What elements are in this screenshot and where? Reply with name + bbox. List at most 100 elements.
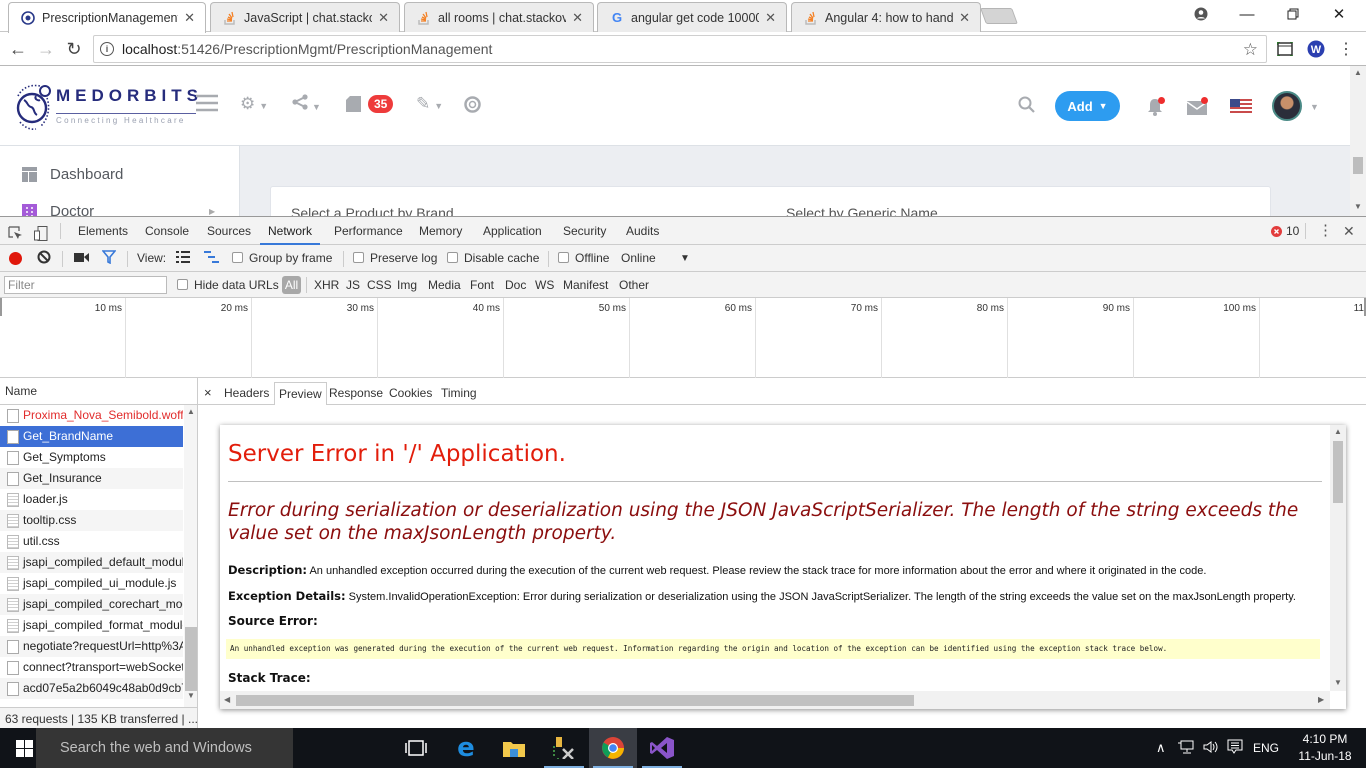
- detail-tab-timing[interactable]: Timing: [437, 382, 481, 405]
- console-error-counter[interactable]: 10: [1271, 217, 1299, 245]
- close-tab-icon[interactable]: ✕: [378, 10, 389, 26]
- document-icon[interactable]: [346, 96, 361, 117]
- network-throttle-select[interactable]: Online ▼: [621, 245, 693, 272]
- hamburger-menu-icon[interactable]: [196, 94, 218, 117]
- waterfall-overview-icon[interactable]: [204, 245, 219, 272]
- request-row[interactable]: jsapi_compiled_format_module.js: [0, 615, 183, 636]
- close-tab-icon[interactable]: ✕: [765, 10, 776, 26]
- filter-type-media[interactable]: Media: [428, 272, 461, 298]
- filter-type-doc[interactable]: Doc: [505, 272, 526, 298]
- scroll-up-icon[interactable]: ▲: [187, 407, 195, 416]
- preserve-log-checkbox[interactable]: Preserve log: [353, 245, 437, 272]
- preview-horizontal-scrollbar[interactable]: ◀ ▶: [220, 691, 1330, 709]
- request-row[interactable]: util.css: [0, 531, 183, 552]
- request-list-scrollbar[interactable]: ▲ ▼: [184, 405, 197, 707]
- detail-tab-cookies[interactable]: Cookies: [385, 382, 436, 405]
- filter-type-all[interactable]: All: [282, 276, 301, 294]
- devtools-tab-console[interactable]: Console: [145, 217, 189, 245]
- task-view-icon[interactable]: [392, 728, 440, 768]
- edit-dropdown[interactable]: ✎ ▼: [416, 94, 443, 114]
- network-timeline-overview[interactable]: 10 ms 20 ms 30 ms 40 ms 50 ms 60 ms 70 m…: [0, 298, 1366, 378]
- scroll-down-icon[interactable]: ▼: [1334, 678, 1342, 687]
- devtools-tab-sources[interactable]: Sources: [207, 217, 251, 245]
- add-dropdown-button[interactable]: Add ▼: [1055, 91, 1120, 121]
- chrome-browser-icon[interactable]: [589, 728, 637, 768]
- request-row[interactable]: negotiate?requestUrl=http%3A: [0, 636, 183, 657]
- close-devtools-icon[interactable]: ✕: [1343, 217, 1355, 245]
- offline-checkbox[interactable]: Offline: [558, 245, 609, 272]
- scrollbar-thumb[interactable]: [1333, 441, 1343, 503]
- disable-cache-checkbox[interactable]: Disable cache: [447, 245, 539, 272]
- capture-screenshots-icon[interactable]: [74, 245, 89, 272]
- help-lifebuoy-icon[interactable]: [464, 96, 481, 118]
- devtools-tab-network[interactable]: Network: [260, 217, 321, 245]
- visual-studio-icon[interactable]: [638, 728, 686, 768]
- detail-tab-response[interactable]: Response: [325, 382, 387, 405]
- filter-type-other[interactable]: Other: [619, 272, 649, 298]
- inspect-element-icon[interactable]: [8, 223, 23, 239]
- reload-button[interactable]: ↻: [62, 37, 86, 61]
- forward-button[interactable]: →: [34, 37, 58, 61]
- timeline-left-handle[interactable]: [0, 298, 2, 316]
- devtools-menu-icon[interactable]: ⋮: [1318, 217, 1333, 245]
- clear-log-icon[interactable]: [37, 245, 51, 272]
- devtools-tab-security[interactable]: Security: [563, 217, 606, 245]
- address-bar[interactable]: i localhost:51426/PrescriptionMgmt/Presc…: [93, 35, 1267, 63]
- filter-type-ws[interactable]: WS: [535, 272, 554, 298]
- request-row[interactable]: acd07e5a2b6049c48ab0d9cb7: [0, 678, 183, 699]
- user-avatar[interactable]: [1272, 91, 1302, 121]
- tools-app-icon[interactable]: [540, 728, 588, 768]
- devtools-tab-memory[interactable]: Memory: [419, 217, 462, 245]
- scroll-up-icon[interactable]: ▲: [1354, 68, 1362, 77]
- back-button[interactable]: ←: [6, 37, 30, 61]
- detail-tab-preview[interactable]: Preview: [274, 382, 327, 405]
- filter-type-font[interactable]: Font: [470, 272, 494, 298]
- sidebar-item-dashboard[interactable]: Dashboard: [22, 166, 123, 183]
- scrollbar-thumb[interactable]: [236, 695, 914, 706]
- close-tab-icon[interactable]: ✕: [184, 10, 195, 26]
- user-menu-chevron-down-icon[interactable]: ▼: [1310, 102, 1319, 112]
- request-row[interactable]: Proxima_Nova_Semibold.woff2: [0, 405, 183, 426]
- request-row[interactable]: Get_Insurance: [0, 468, 183, 489]
- filter-type-js[interactable]: JS: [346, 272, 360, 298]
- request-row[interactable]: jsapi_compiled_default_module.js: [0, 552, 183, 573]
- settings-dropdown[interactable]: ⚙ ▼: [240, 94, 268, 114]
- w-extension-icon[interactable]: W: [1304, 37, 1328, 61]
- browser-tab-javascript-chat[interactable]: JavaScript | chat.stackove ✕: [210, 2, 400, 32]
- request-row[interactable]: jsapi_compiled_corechart_module.js: [0, 594, 183, 615]
- browser-tab-all-rooms[interactable]: all rooms | chat.stackover ✕: [404, 2, 594, 32]
- show-hidden-icons-chevron-icon[interactable]: ∧: [1156, 728, 1166, 768]
- devtools-tab-audits[interactable]: Audits: [626, 217, 659, 245]
- name-column-header[interactable]: Name: [0, 378, 198, 405]
- filter-input[interactable]: Filter: [4, 276, 167, 294]
- page-vertical-scrollbar[interactable]: ▲ ▼: [1350, 66, 1366, 216]
- edge-browser-icon[interactable]: e: [442, 728, 490, 768]
- taskbar-search-box[interactable]: Search the web and Windows: [36, 728, 293, 768]
- scroll-down-icon[interactable]: ▼: [187, 691, 195, 700]
- action-center-icon[interactable]: [1227, 728, 1243, 768]
- hide-data-urls-checkbox[interactable]: Hide data URLs: [177, 272, 279, 298]
- search-icon[interactable]: [1018, 96, 1035, 118]
- detail-tab-headers[interactable]: Headers: [220, 382, 273, 405]
- scrollbar-thumb[interactable]: [1353, 157, 1363, 174]
- profile-icon[interactable]: [1178, 0, 1224, 28]
- scroll-up-icon[interactable]: ▲: [1334, 427, 1342, 436]
- devtools-tab-application[interactable]: Application: [483, 217, 542, 245]
- network-icon[interactable]: [1178, 728, 1194, 768]
- chrome-menu-icon[interactable]: ⋮: [1334, 37, 1358, 61]
- minimize-button[interactable]: —: [1224, 0, 1270, 28]
- scroll-right-icon[interactable]: ▶: [1318, 695, 1324, 704]
- record-button-icon[interactable]: [9, 252, 22, 265]
- request-row[interactable]: Get_Symptoms: [0, 447, 183, 468]
- restore-button[interactable]: [1270, 0, 1316, 28]
- close-tab-icon[interactable]: ✕: [572, 10, 583, 26]
- filter-type-xhr[interactable]: XHR: [314, 272, 339, 298]
- file-explorer-icon[interactable]: [490, 728, 538, 768]
- devtools-tab-performance[interactable]: Performance: [334, 217, 403, 245]
- devtools-tab-elements[interactable]: Elements: [78, 217, 128, 245]
- request-row[interactable]: tooltip.css: [0, 510, 183, 531]
- scroll-down-icon[interactable]: ▼: [1354, 202, 1362, 211]
- filter-type-img[interactable]: Img: [397, 272, 417, 298]
- close-window-button[interactable]: ✕: [1316, 0, 1362, 28]
- medorbits-logo[interactable]: MEDORBITS Connecting Healthcare: [14, 80, 198, 132]
